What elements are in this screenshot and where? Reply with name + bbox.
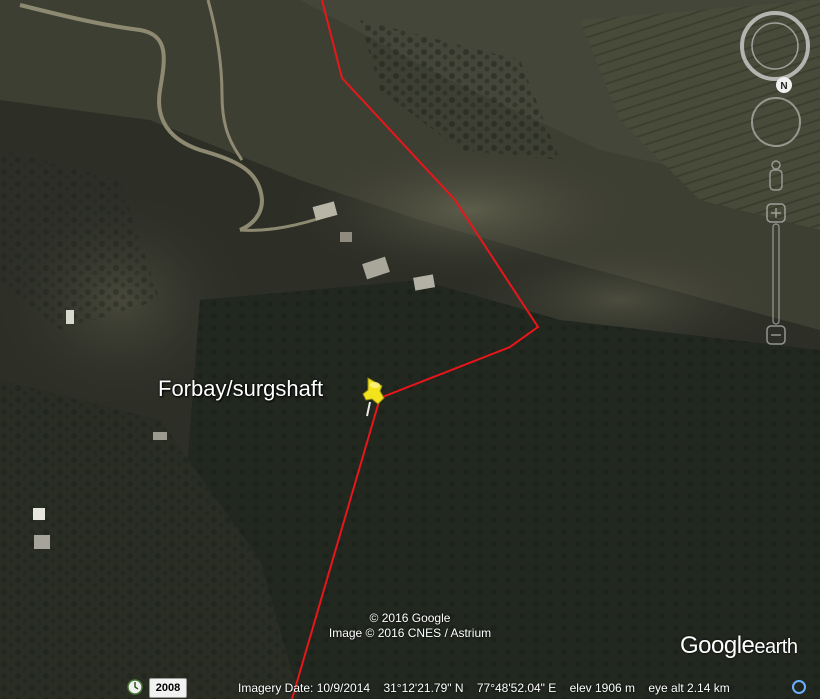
brand-google: Google	[680, 632, 755, 659]
latitude-readout: 31°12'21.79" N	[383, 681, 464, 695]
historical-year-button[interactable]: 2008	[149, 678, 187, 698]
navigation-controls[interactable]: N	[735, 10, 815, 350]
compass-ring-icon[interactable]: N	[740, 11, 810, 93]
yellow-pushpin-icon[interactable]	[360, 376, 390, 420]
elevation-readout: elev 1906 m	[569, 681, 635, 695]
satellite-imagery[interactable]	[0, 0, 820, 699]
status-readout: Imagery Date: 10/9/2014 31°12'21.79" N 7…	[238, 681, 740, 695]
eye-altitude-readout: eye alt 2.14 km	[648, 681, 730, 695]
placemark-label[interactable]: Forbay/surgshaft	[158, 376, 323, 402]
pegman-icon[interactable]	[769, 160, 783, 191]
attribution-line-1: © 2016 Google	[369, 611, 451, 625]
look-joystick-icon[interactable]	[751, 97, 801, 147]
compass-n-label: N	[780, 81, 787, 92]
historical-imagery-icon[interactable]	[127, 679, 143, 695]
google-earth-logo: Googleearth	[680, 632, 798, 660]
map-viewport[interactable]: Forbay/surgshaft © 2016 Google Image © 2…	[0, 0, 820, 699]
brand-earth: earth	[754, 636, 798, 658]
longitude-readout: 77°48'52.04" E	[476, 681, 557, 695]
streaming-status-icon	[792, 680, 806, 694]
imagery-date: Imagery Date: 10/9/2014	[238, 681, 371, 695]
zoom-slider-icon[interactable]	[766, 203, 786, 345]
